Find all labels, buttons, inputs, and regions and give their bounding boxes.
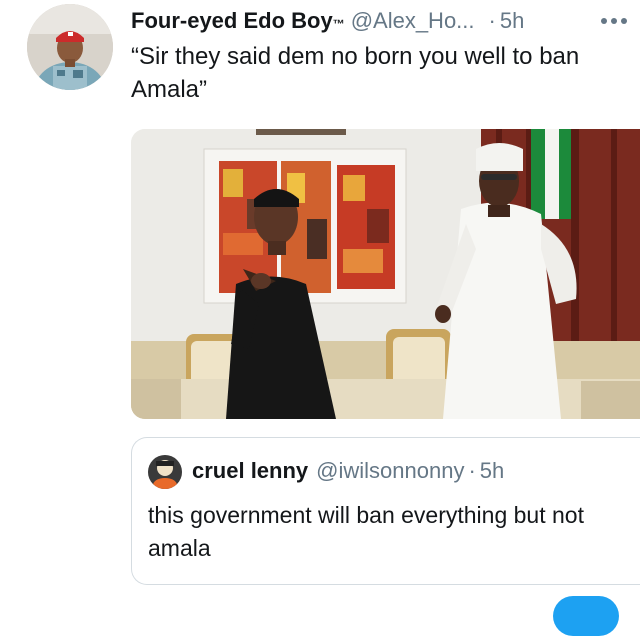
quoted-author-avatar[interactable] xyxy=(148,455,182,489)
author-avatar[interactable] xyxy=(27,4,113,90)
separator-dot: · xyxy=(488,8,496,33)
author-name[interactable]: Four-eyed Edo Boy xyxy=(131,8,333,33)
tweet-timestamp[interactable]: 5h xyxy=(500,8,524,33)
quoted-tweet-header: cruel lenny @iwilsonnonny · 5h xyxy=(192,456,504,486)
author-name-badge: ™ xyxy=(332,17,345,31)
quoted-tweet[interactable]: cruel lenny @iwilsonnonny · 5h this governm… xyxy=(131,437,640,585)
quoted-tweet-timestamp[interactable]: 5h xyxy=(480,458,504,483)
tweet-text: “Sir they said dem no born you well to b… xyxy=(131,43,580,103)
quoted-tweet-text: this government will ban everything but … xyxy=(148,502,584,561)
tweet-header: Four-eyed Edo Boy™ @Alex_Ho... · 5h xyxy=(131,6,631,38)
more-horizontal-icon[interactable] xyxy=(597,8,631,34)
quoted-author-name[interactable]: cruel lenny xyxy=(192,458,308,483)
author-handle[interactable]: @Alex_Ho... xyxy=(351,8,475,33)
quoted-separator-dot: · xyxy=(468,458,476,483)
quoted-author-handle[interactable]: @iwilsonnonny xyxy=(316,458,464,483)
tweet-photo[interactable] xyxy=(131,129,640,419)
compose-tweet-button[interactable] xyxy=(553,596,619,636)
